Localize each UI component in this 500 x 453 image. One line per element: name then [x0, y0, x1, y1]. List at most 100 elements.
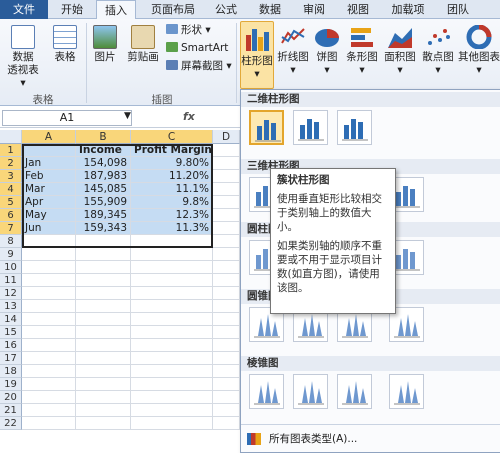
tab-addins[interactable]: 加载项	[384, 0, 432, 19]
chevron-down-icon[interactable]: ▼	[124, 111, 131, 121]
row-header[interactable]: 4	[0, 183, 22, 196]
cell[interactable]	[76, 378, 131, 391]
cell[interactable]	[213, 339, 240, 352]
row-header[interactable]: 5	[0, 196, 22, 209]
cell[interactable]	[22, 248, 76, 261]
cell[interactable]	[213, 313, 240, 326]
cell[interactable]	[76, 274, 131, 287]
cell[interactable]	[131, 287, 213, 300]
cell[interactable]	[131, 417, 213, 430]
cell[interactable]	[213, 378, 240, 391]
chart-type-thumbnail[interactable]	[293, 110, 328, 145]
row-header[interactable]: 8	[0, 235, 22, 248]
cell[interactable]	[22, 326, 76, 339]
cell[interactable]	[22, 313, 76, 326]
row-header[interactable]: 9	[0, 248, 22, 261]
tab-file[interactable]: 文件	[0, 0, 48, 19]
scatter-chart-button[interactable]: 散点图 ▾	[420, 25, 456, 77]
cell[interactable]	[213, 183, 240, 196]
select-all-corner[interactable]	[0, 130, 22, 144]
cell[interactable]	[76, 326, 131, 339]
cell[interactable]	[76, 404, 131, 417]
cell[interactable]	[76, 352, 131, 365]
cell[interactable]	[131, 300, 213, 313]
chart-type-thumbnail[interactable]	[337, 110, 372, 145]
cell[interactable]	[213, 391, 240, 404]
row-header[interactable]: 21	[0, 404, 22, 417]
cell[interactable]	[213, 261, 240, 274]
pie-chart-button[interactable]: 饼图 ▾	[312, 25, 342, 77]
chart-type-thumbnail[interactable]	[249, 374, 284, 409]
cell[interactable]	[213, 300, 240, 313]
column-header-d[interactable]: D	[213, 130, 240, 144]
cell[interactable]	[131, 326, 213, 339]
row-header[interactable]: 18	[0, 365, 22, 378]
row-header[interactable]: 11	[0, 274, 22, 287]
chart-type-thumbnail[interactable]	[293, 374, 328, 409]
cell[interactable]	[22, 261, 76, 274]
cell[interactable]	[131, 261, 213, 274]
cell[interactable]	[131, 404, 213, 417]
cell[interactable]	[213, 404, 240, 417]
row-header[interactable]: 14	[0, 313, 22, 326]
row-header[interactable]: 16	[0, 339, 22, 352]
cell[interactable]	[22, 287, 76, 300]
row-header[interactable]: 13	[0, 300, 22, 313]
column-header-c[interactable]: C	[131, 130, 213, 144]
row-header[interactable]: 6	[0, 209, 22, 222]
tab-home[interactable]: 开始	[52, 0, 92, 19]
column-header-b[interactable]: B	[76, 130, 131, 144]
shapes-button[interactable]: 形状 ▾	[166, 23, 211, 37]
column-chart-button[interactable]: 柱形图 ▾	[240, 21, 274, 89]
cell[interactable]	[213, 417, 240, 430]
chart-type-thumbnail[interactable]	[249, 110, 284, 145]
cell[interactable]	[76, 391, 131, 404]
cell[interactable]	[131, 352, 213, 365]
name-box[interactable]: A1	[2, 110, 132, 126]
cell[interactable]	[22, 274, 76, 287]
cell[interactable]	[131, 378, 213, 391]
cell[interactable]	[131, 274, 213, 287]
cell[interactable]	[213, 326, 240, 339]
tab-review[interactable]: 审阅	[296, 0, 332, 19]
table-button[interactable]: 表格	[48, 25, 82, 64]
cell[interactable]	[131, 248, 213, 261]
row-header[interactable]: 1	[0, 144, 22, 157]
other-charts-button[interactable]: 其他图表 ▾	[458, 25, 500, 77]
pivot-table-button[interactable]: 数据 透视表 ▾	[4, 25, 42, 90]
cell[interactable]	[22, 391, 76, 404]
row-header[interactable]: 22	[0, 417, 22, 430]
cell[interactable]	[131, 365, 213, 378]
cell[interactable]	[213, 222, 240, 235]
cell[interactable]	[22, 404, 76, 417]
line-chart-button[interactable]: 折线图 ▾	[276, 25, 310, 77]
tab-insert[interactable]: 插入	[96, 0, 136, 20]
bar-chart-button[interactable]: 条形图 ▾	[344, 25, 380, 77]
chart-type-thumbnail[interactable]	[337, 374, 372, 409]
cell[interactable]	[22, 300, 76, 313]
row-header[interactable]: 3	[0, 170, 22, 183]
cell[interactable]	[76, 417, 131, 430]
cell[interactable]	[22, 339, 76, 352]
picture-button[interactable]: 图片	[90, 25, 120, 64]
cell[interactable]	[131, 339, 213, 352]
tab-page-layout[interactable]: 页面布局	[142, 0, 204, 19]
row-header[interactable]: 20	[0, 391, 22, 404]
clipart-button[interactable]: 剪贴画	[124, 25, 162, 64]
cell[interactable]	[213, 248, 240, 261]
cell[interactable]	[76, 365, 131, 378]
all-chart-types-link[interactable]: 所有图表类型(A)...	[241, 424, 500, 452]
area-chart-button[interactable]: 面积图 ▾	[382, 25, 418, 77]
cell[interactable]	[76, 287, 131, 300]
row-header[interactable]: 12	[0, 287, 22, 300]
tab-data[interactable]: 数据	[252, 0, 288, 19]
cell[interactable]	[213, 157, 240, 170]
cell[interactable]	[213, 235, 240, 248]
row-header[interactable]: 15	[0, 326, 22, 339]
cell[interactable]	[213, 170, 240, 183]
cell[interactable]	[213, 365, 240, 378]
cell[interactable]	[76, 261, 131, 274]
cell[interactable]	[76, 339, 131, 352]
row-header[interactable]: 7	[0, 222, 22, 235]
cell[interactable]	[213, 274, 240, 287]
